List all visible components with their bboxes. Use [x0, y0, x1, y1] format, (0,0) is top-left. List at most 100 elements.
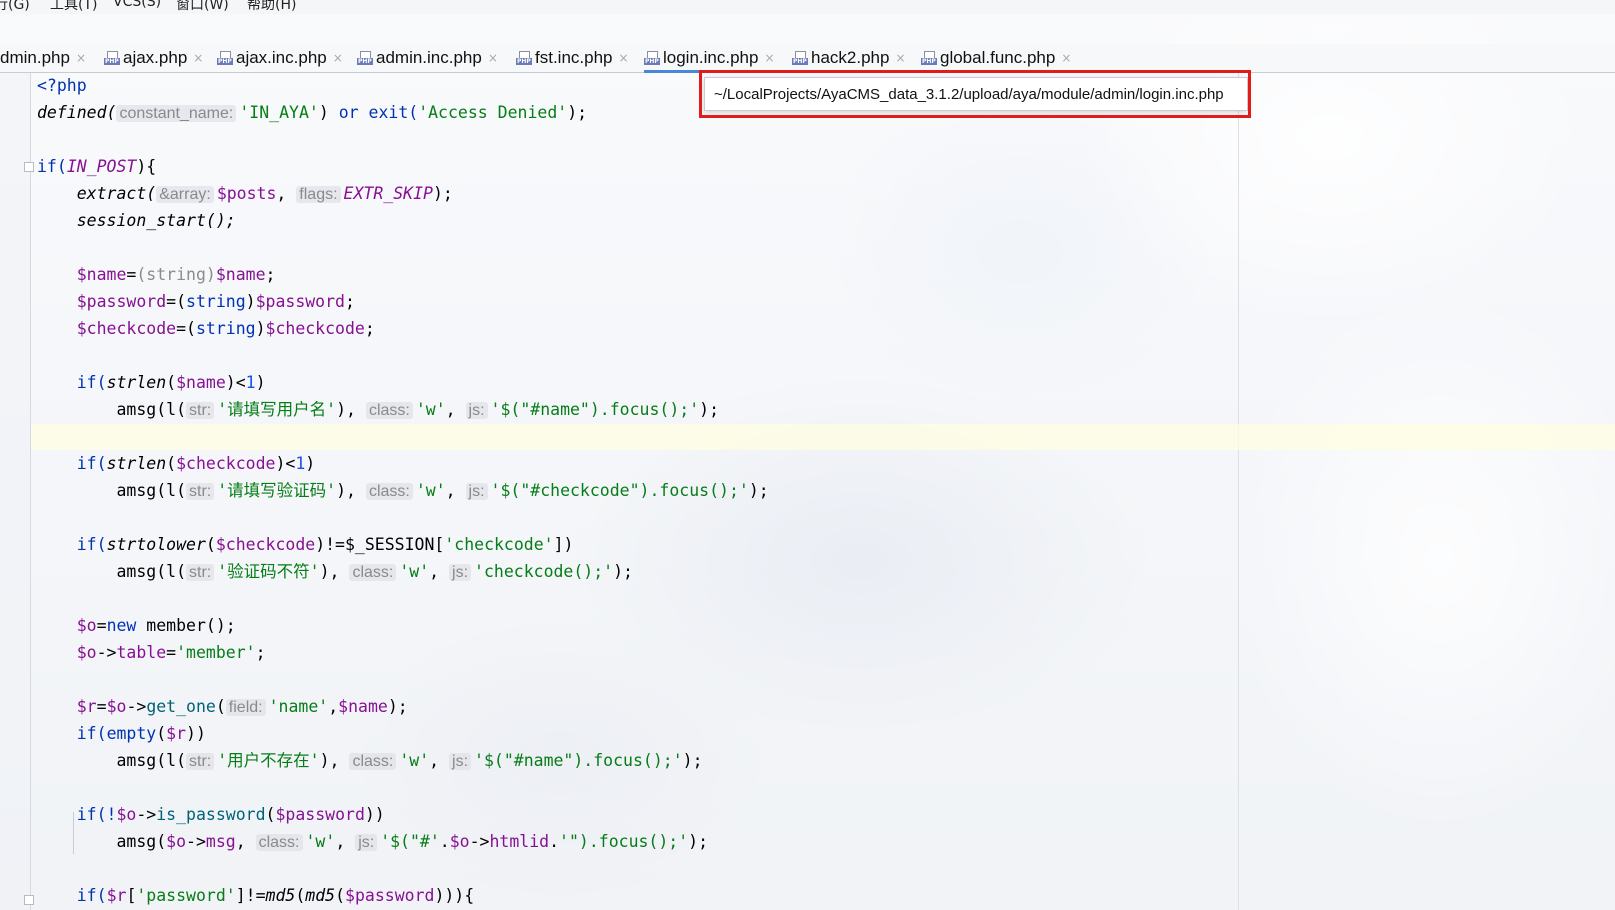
code-token: $name [176, 373, 226, 392]
parameter-hint: class: [255, 834, 303, 851]
code-token: get_one [146, 697, 216, 716]
parameter-hint: field: [225, 699, 266, 716]
tab-close-icon[interactable]: × [488, 51, 498, 65]
parameter-hint: class: [365, 483, 413, 500]
code-token: $r [76, 697, 97, 716]
code-token: ); [613, 562, 633, 581]
tab-close-icon[interactable]: × [193, 51, 203, 65]
code-token: =( [176, 319, 196, 338]
code-token: -> [136, 805, 157, 824]
code-line: if(strtolower($checkcode)!=$_SESSION['ch… [37, 531, 769, 558]
menu-bar: 行(G) 工具(T) VCS(S) 窗口(W) 帮助(H) [0, 0, 1615, 14]
code-token: ); [699, 400, 720, 419]
tab-close-icon[interactable]: × [764, 51, 774, 65]
code-token: '验证码不符' [217, 562, 320, 581]
annotation-highlight-box [699, 70, 1251, 118]
code-token: = [96, 697, 107, 716]
fold-marker-icon[interactable] [24, 895, 34, 905]
code-token: ); [387, 697, 408, 716]
code-token: $o [76, 616, 97, 635]
php-file-icon: PHP [217, 51, 233, 65]
code-token: 'w' [399, 562, 430, 581]
tab-close-icon[interactable]: × [619, 51, 629, 65]
code-token: htmlid [489, 832, 550, 851]
code-token: ); [748, 481, 769, 500]
code-line: amsg(l(str: '验证码不符'), class:'w', js:'chec… [37, 558, 769, 585]
code-token: IN_POST [66, 157, 137, 176]
code-line: amsg(l(str: '请填写验证码'), class:'w', js: '$("… [37, 477, 769, 504]
tab-close-icon[interactable]: × [895, 51, 905, 65]
code-token: 'password' [136, 886, 236, 905]
code-token: $name [76, 265, 127, 284]
code-token: md5 [305, 886, 336, 905]
code-token: ; [265, 265, 276, 284]
tab-ajax-inc-php[interactable]: PHP ajax.inc.php × [217, 44, 343, 72]
code-line: if(!$o->is_password($password)) [37, 801, 769, 828]
parameter-hint: str: [186, 753, 215, 770]
code-editor[interactable]: <?php defined(constant_name: 'IN_AYA') or… [37, 72, 769, 909]
code-token: amsg(l( [116, 562, 187, 581]
code-token: $o [166, 832, 187, 851]
code-token: , [429, 562, 450, 581]
code-token: 'name' [268, 697, 329, 716]
menu-item-window[interactable]: 窗口(W) [176, 0, 229, 14]
code-line: $password=(string)$password; [37, 288, 769, 315]
tab-close-icon[interactable]: × [1061, 51, 1071, 65]
tab-ajax-php[interactable]: PHP ajax.php × [104, 44, 203, 72]
tab-close-icon[interactable]: × [333, 51, 343, 65]
code-token: ); [567, 103, 588, 122]
tab-close-icon[interactable]: × [76, 51, 86, 65]
tab-hack2-php[interactable]: PHP hack2.php × [792, 44, 906, 72]
code-token: )< [275, 454, 296, 473]
code-token: )) [186, 724, 206, 743]
parameter-hint: js: [465, 402, 488, 419]
tab-login-inc-php[interactable]: PHP login.inc.php × [644, 44, 775, 73]
code-token: . [439, 832, 450, 851]
editor-gutter[interactable] [0, 73, 34, 910]
tab-dmin-php[interactable]: dmin.php × [0, 44, 86, 72]
php-open-tag: <?php [37, 76, 87, 95]
code-token: md5 [265, 886, 296, 905]
code-token: if( [76, 454, 107, 473]
php-file-icon: PHP [516, 51, 532, 65]
menu-item-help[interactable]: 帮助(H) [247, 0, 296, 14]
code-token: (string) [136, 265, 216, 284]
tab-admin-inc-php[interactable]: PHP admin.inc.php × [357, 44, 498, 72]
code-line: if(empty($r)) [37, 720, 769, 747]
code-token: $name [338, 697, 388, 716]
tab-label: fst.inc.php [535, 48, 613, 67]
code-token: ); [432, 184, 453, 203]
code-token: strlen [106, 373, 167, 392]
code-token: )!=$_SESSION[ [315, 535, 445, 554]
code-token: ); [688, 832, 709, 851]
code-token: empty [106, 724, 157, 743]
code-token: , [335, 832, 356, 851]
code-token: amsg(l( [116, 400, 187, 419]
code-token: if( [76, 535, 107, 554]
code-token: $checkcode [265, 319, 365, 338]
code-token: $checkcode [76, 319, 177, 338]
menu-item-tools[interactable]: 工具(T) [50, 0, 97, 14]
menu-item-vcs[interactable]: VCS(S) [113, 0, 161, 10]
code-token: = [166, 643, 177, 662]
code-token: EXTR_SKIP [343, 184, 433, 203]
parameter-hint: js: [355, 834, 378, 851]
code-token: , [445, 400, 466, 419]
code-token: ) [255, 319, 266, 338]
tab-global-func-php[interactable]: PHP global.func.php × [921, 44, 1071, 72]
code-token: ) [318, 103, 339, 122]
menu-item-goto[interactable]: 行(G) [0, 0, 30, 14]
code-token: -> [186, 832, 206, 851]
code-line: if($r['password']!=md5(md5($password))){ [37, 882, 769, 909]
code-token: )) [364, 805, 385, 824]
code-token: ) [305, 454, 316, 473]
code-token: 'w' [399, 751, 430, 770]
code-token: $password [275, 805, 365, 824]
code-token: $checkcode [176, 454, 276, 473]
code-line: session_start(); [37, 207, 769, 234]
tab-fst-inc-php[interactable]: PHP fst.inc.php × [516, 44, 629, 72]
fold-marker-icon[interactable] [24, 162, 34, 172]
